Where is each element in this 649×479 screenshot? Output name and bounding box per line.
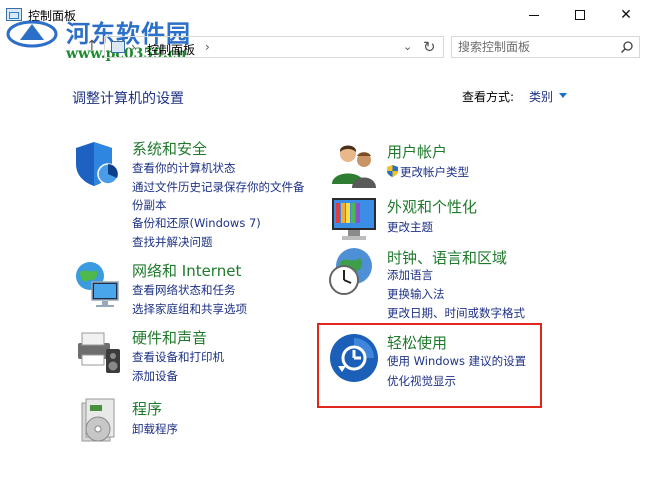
link-troubleshoot[interactable]: 查找并解决问题 [132, 234, 213, 250]
category-programs[interactable]: 程序 [132, 398, 162, 419]
category-system-security[interactable]: 系统和安全 [132, 138, 207, 159]
address-dropdown-icon[interactable]: ⌄ [403, 40, 412, 53]
link-backup-restore[interactable]: 备份和还原(Windows 7) [132, 215, 261, 231]
search-icon[interactable] [620, 40, 634, 54]
refresh-icon[interactable]: ↻ [423, 38, 436, 56]
link-change-account-type[interactable]: 更改帐户类型 [387, 164, 469, 180]
link-uninstall-program[interactable]: 卸载程序 [132, 421, 178, 437]
hardware-printer-icon[interactable] [72, 325, 124, 377]
link-add-language[interactable]: 添加语言 [387, 267, 433, 283]
link-change-theme[interactable]: 更改主题 [387, 219, 433, 235]
link-add-device[interactable]: 添加设备 [132, 368, 178, 384]
category-clock-language-region[interactable]: 时钟、语言和区域 [387, 247, 507, 268]
category-user-accounts[interactable]: 用户帐户 [387, 141, 447, 162]
link-change-date-time-format[interactable]: 更改日期、时间或数字格式 [387, 305, 525, 321]
link-change-account-type-label[interactable]: 更改帐户类型 [400, 165, 469, 179]
breadcrumb-chevron-icon[interactable]: › [131, 40, 136, 54]
view-by-label: 查看方式: [462, 90, 515, 104]
network-globe-icon[interactable] [72, 258, 124, 310]
link-file-history-cont[interactable]: 份副本 [132, 197, 167, 213]
appearance-monitor-icon[interactable] [328, 194, 380, 246]
maximize-button[interactable] [557, 0, 603, 30]
control-panel-icon [111, 41, 125, 53]
link-homegroup-sharing[interactable]: 选择家庭组和共享选项 [132, 301, 247, 317]
close-button[interactable]: ✕ [603, 0, 649, 30]
uac-shield-icon [387, 165, 398, 177]
address-bar[interactable]: › 控制面板 › ⌄ ↻ [104, 36, 444, 58]
category-network-internet[interactable]: 网络和 Internet [132, 260, 241, 281]
view-by-caret-icon[interactable] [559, 93, 567, 98]
page-title: 调整计算机的设置 [72, 91, 184, 107]
watermark-logo-icon [6, 20, 58, 48]
minimize-button[interactable] [511, 0, 557, 30]
maximize-icon [575, 10, 585, 20]
search-input[interactable] [458, 39, 608, 55]
breadcrumb-control-panel[interactable]: 控制面板 [147, 41, 195, 58]
link-network-status[interactable]: 查看网络状态和任务 [132, 282, 236, 298]
category-appearance[interactable]: 外观和个性化 [387, 196, 477, 217]
search-box[interactable] [451, 36, 640, 58]
minimize-icon [529, 14, 539, 16]
highlight-box [317, 323, 542, 408]
clock-language-region-icon[interactable] [326, 246, 378, 298]
breadcrumb-separator[interactable]: › [205, 40, 210, 54]
programs-disc-icon[interactable] [72, 395, 124, 447]
link-view-computer-status[interactable]: 查看你的计算机状态 [132, 160, 236, 176]
system-security-shield-icon[interactable] [72, 138, 124, 190]
view-by-dropdown[interactable]: 类别 [529, 88, 553, 105]
category-hardware-sound[interactable]: 硬件和声音 [132, 327, 207, 348]
close-icon: ✕ [620, 7, 632, 23]
user-accounts-icon[interactable] [328, 140, 380, 192]
link-file-history[interactable]: 通过文件历史记录保存你的文件备 [132, 179, 305, 195]
up-arrow-icon[interactable]: ↑ [86, 38, 98, 54]
link-change-input-method[interactable]: 更换输入法 [387, 286, 445, 302]
link-devices-printers[interactable]: 查看设备和打印机 [132, 349, 224, 365]
